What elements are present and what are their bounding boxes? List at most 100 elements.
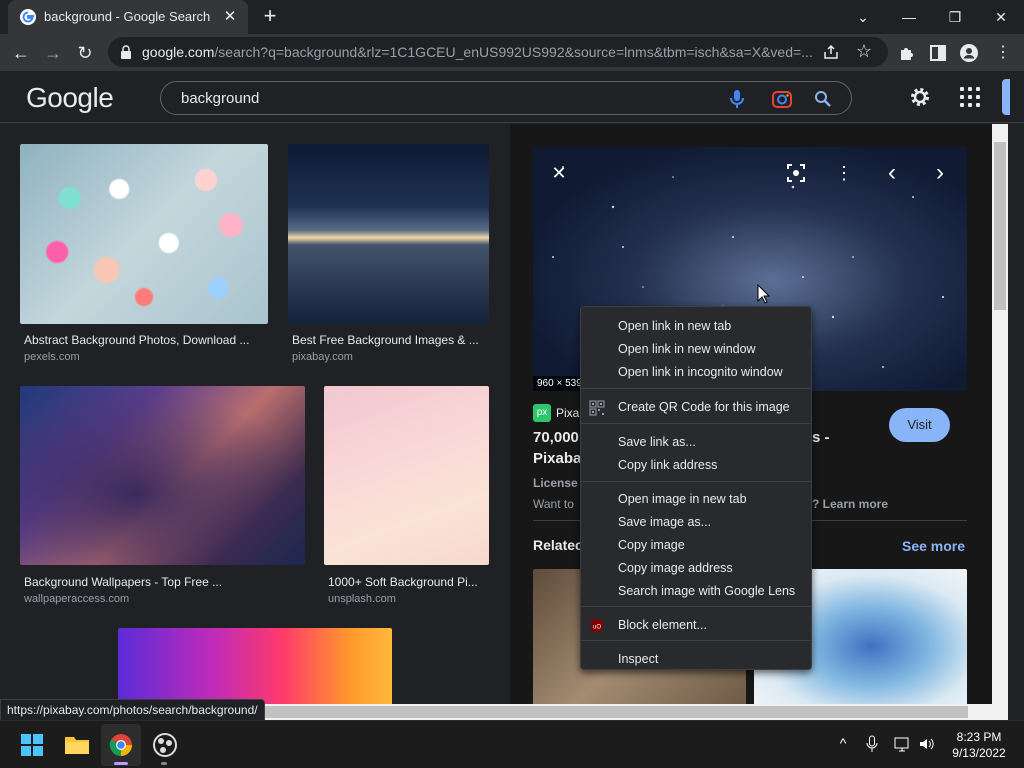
side-panel-icon[interactable] (927, 42, 949, 64)
menu-copy-image-address[interactable]: Copy image address (581, 557, 811, 580)
result-source[interactable]: pexels.com (24, 351, 80, 363)
result-source[interactable]: unsplash.com (328, 593, 396, 605)
menu-save-image-as[interactable]: Save image as... (581, 511, 811, 534)
browser-toolbar: ← → ↻ google.com/search?q=background&rlz… (0, 34, 1024, 71)
windows-taskbar: ^ 8:23 PM 9/13/2022 (0, 720, 1024, 768)
result-thumbnail-hexagon[interactable] (20, 386, 305, 565)
menu-save-link-as[interactable]: Save link as... (581, 431, 811, 454)
menu-inspect[interactable]: Inspect (581, 648, 811, 671)
restore-button[interactable]: ❐ (932, 4, 978, 30)
menu-open-link-new-window[interactable]: Open link in new window (581, 338, 811, 361)
profile-avatar-icon[interactable] (958, 42, 980, 64)
mouse-cursor-icon (757, 284, 771, 304)
google-logo[interactable]: Google (26, 82, 114, 114)
minimize-button[interactable]: — (886, 4, 932, 30)
result-caption[interactable]: Background Wallpapers - Top Free ... (24, 575, 222, 589)
search-box[interactable]: background (160, 81, 852, 115)
menu-open-link-incognito[interactable]: Open link in incognito window (581, 361, 811, 384)
reload-button[interactable]: ↻ (72, 40, 98, 66)
ublock-origin-icon: uO (591, 619, 603, 633)
google-apps-grid-icon[interactable] (960, 87, 980, 107)
new-tab-button[interactable]: + (258, 5, 282, 29)
image-title-line2[interactable]: Pixaba (533, 450, 581, 467)
google-header: Google background (0, 71, 1024, 123)
chrome-icon[interactable] (103, 727, 139, 763)
search-query[interactable]: background (181, 90, 259, 107)
windows-start-icon[interactable] (14, 727, 50, 763)
lens-search-icon[interactable] (784, 161, 808, 185)
menu-label: Block element... (618, 618, 707, 632)
url-text: google.com/search?q=background&rlz=1C1GC… (142, 44, 813, 60)
clock-time: 8:23 PM (956, 730, 1002, 744)
menu-search-with-lens[interactable]: Search image with Google Lens (581, 580, 811, 603)
result-thumbnail-gradient[interactable] (118, 628, 392, 704)
system-clock[interactable]: 8:23 PM 9/13/2022 (944, 729, 1014, 761)
result-thumbnail-soft-pink[interactable] (324, 386, 489, 565)
menu-copy-link-address[interactable]: Copy link address (581, 454, 811, 477)
sign-in-button-edge[interactable] (1002, 79, 1010, 115)
menu-separator (581, 606, 811, 607)
related-heading: Relatec (533, 537, 583, 553)
menu-separator (581, 388, 811, 389)
menu-block-element[interactable]: uO Block element... (581, 614, 811, 637)
close-preview-icon[interactable]: ✕ (547, 161, 571, 185)
result-source[interactable]: pixabay.com (292, 351, 353, 363)
tab-search-dropdown-icon[interactable]: ⌄ (840, 4, 886, 30)
license-label[interactable]: License (533, 476, 578, 490)
google-favicon-icon (20, 9, 36, 25)
file-explorer-icon[interactable] (59, 727, 95, 763)
pixabay-favicon-icon: px (533, 404, 551, 422)
image-results-grid: Abstract Background Photos, Download ...… (0, 124, 510, 704)
share-icon[interactable] (822, 43, 840, 61)
image-title-line1-tail[interactable]: s - (812, 429, 830, 446)
network-icon[interactable] (894, 735, 912, 753)
more-options-icon[interactable]: ⋮ (832, 161, 856, 185)
address-bar[interactable]: google.com/search?q=background&rlz=1C1GC… (108, 37, 888, 67)
settings-gear-icon[interactable] (908, 85, 932, 109)
close-window-button[interactable]: ✕ (978, 4, 1024, 30)
back-button[interactable]: ← (8, 40, 34, 66)
vertical-scrollbar-thumb[interactable] (994, 142, 1006, 310)
want-to-text: Want to (533, 497, 574, 511)
lock-icon[interactable] (120, 45, 132, 59)
result-thumbnail-milky-way[interactable] (288, 144, 489, 324)
see-more-link[interactable]: See more (902, 538, 965, 554)
result-caption[interactable]: Abstract Background Photos, Download ... (24, 333, 249, 347)
vertical-scrollbar[interactable] (992, 124, 1008, 704)
search-magnifier-icon[interactable] (813, 89, 833, 109)
result-caption[interactable]: Best Free Background Images & ... (292, 333, 479, 347)
visit-button[interactable]: Visit (889, 408, 950, 442)
qr-code-icon (589, 400, 605, 416)
status-bar-url: https://pixabay.com/photos/search/backgr… (0, 699, 265, 721)
extensions-puzzle-icon[interactable] (896, 42, 918, 64)
clock-date: 9/13/2022 (952, 746, 1006, 760)
bookmark-star-icon[interactable]: ☆ (856, 41, 872, 62)
menu-open-image-new-tab[interactable]: Open image in new tab (581, 488, 811, 511)
url-path: /search?q=background&rlz=1C1GCEU_enUS992… (214, 44, 813, 60)
tray-chevron-icon[interactable]: ^ (834, 735, 852, 753)
menu-separator (581, 423, 811, 424)
tab-close-icon[interactable]: ✕ (220, 7, 240, 27)
obs-studio-icon[interactable] (147, 727, 183, 763)
context-menu: Open link in new tab Open link in new wi… (580, 306, 812, 670)
result-caption[interactable]: 1000+ Soft Background Pi... (328, 575, 478, 589)
voice-search-mic-icon[interactable] (727, 88, 747, 110)
volume-icon[interactable] (918, 735, 936, 753)
svg-text:uO: uO (593, 625, 601, 631)
active-app-indicator (114, 762, 128, 765)
forward-button[interactable]: → (40, 40, 66, 66)
google-lens-camera-icon[interactable] (771, 88, 793, 110)
menu-open-link-new-tab[interactable]: Open link in new tab (581, 315, 811, 338)
browser-menu-icon[interactable]: ⋮ (992, 42, 1014, 64)
microphone-icon[interactable] (863, 735, 881, 753)
previous-image-icon[interactable]: ‹ (880, 161, 904, 185)
title-bar: background - Google Search ✕ + ⌄ — ❐ ✕ (0, 0, 1024, 34)
result-source[interactable]: wallpaperaccess.com (24, 593, 129, 605)
learn-more-link[interactable]: ? Learn more (812, 497, 888, 511)
next-image-icon[interactable]: › (928, 161, 952, 185)
menu-create-qr-code[interactable]: Create QR Code for this image (581, 396, 811, 419)
image-title-line1[interactable]: 70,000 (533, 429, 579, 446)
menu-copy-image[interactable]: Copy image (581, 534, 811, 557)
result-thumbnail-bokeh[interactable] (20, 144, 268, 324)
browser-tab[interactable]: background - Google Search ✕ (8, 0, 248, 34)
